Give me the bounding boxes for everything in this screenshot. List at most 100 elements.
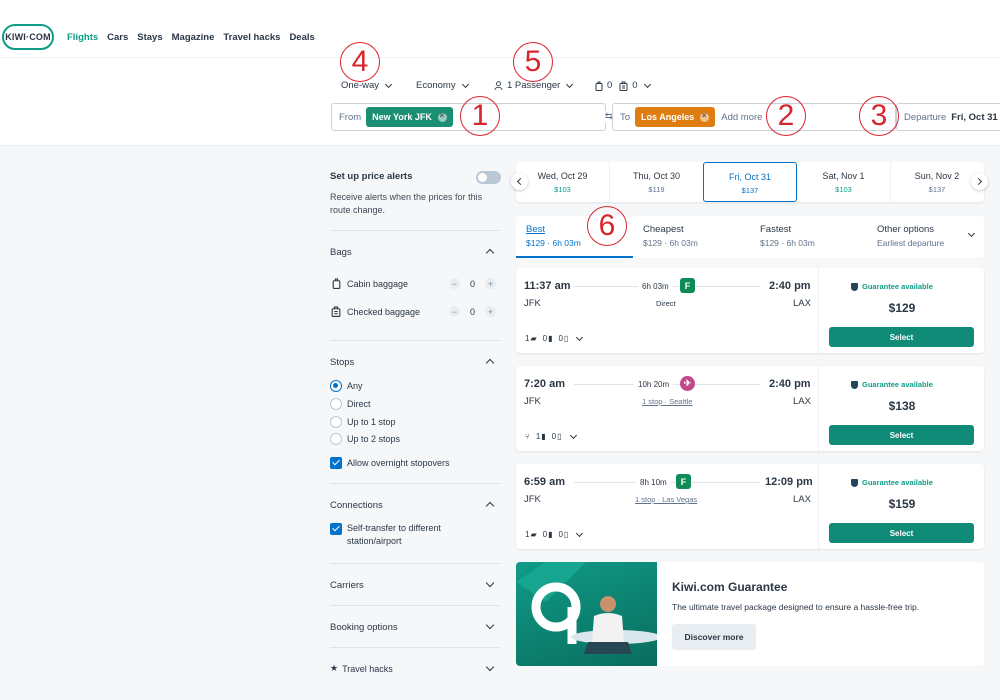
checkbox-checked[interactable]	[330, 523, 342, 535]
flight-card[interactable]: 6:59 am 12:09 pm JFK LAX 8h 10m F 1 stop…	[516, 464, 984, 549]
carrier-logo-icon: ✈︎	[680, 376, 695, 391]
discover-more-button[interactable]: Discover more	[672, 624, 756, 650]
checkbox-checked[interactable]	[330, 457, 342, 469]
cabin-bag-icon: ▮	[548, 334, 553, 343]
nav-magazine[interactable]: Magazine	[172, 32, 215, 43]
checked-baggage-label: Checked baggage	[347, 306, 421, 317]
connections-section-title[interactable]: Connections	[330, 500, 500, 511]
guarantee-banner-image	[516, 562, 661, 666]
stops-section-title[interactable]: Stops	[330, 357, 500, 368]
tab-other-options[interactable]: Other options Earliest departure	[877, 216, 977, 258]
stops-info: Direct	[656, 299, 676, 308]
travel-hacks-section-title[interactable]: ★ Travel hacks	[330, 663, 393, 674]
personal-item-icon: ▰	[530, 334, 537, 343]
to-field[interactable]: To Los Angeles Add more	[612, 103, 896, 131]
guarantee-label: Guarantee available	[862, 380, 933, 389]
star-icon: ★	[330, 663, 339, 673]
select-button[interactable]: Select	[829, 425, 974, 445]
tab-cheapest[interactable]: Cheapest $129 · 6h 03m	[643, 216, 698, 258]
stops-info[interactable]: 1 stop · Las Vegas	[635, 495, 697, 504]
departure-airport: JFK	[524, 494, 541, 505]
cabin-bag-icon: ▮	[548, 530, 553, 539]
checked-baggage-row: Checked baggage	[330, 306, 420, 317]
departure-airport: JFK	[524, 298, 541, 309]
next-dates-button[interactable]	[971, 173, 988, 190]
self-transfer-checkbox[interactable]: Self-transfer to different station/airpo…	[330, 523, 467, 548]
cabin-class-dropdown[interactable]: Economy	[416, 80, 469, 91]
price-panel: Guarantee available $138 Select	[818, 366, 984, 451]
departure-field[interactable]: Departure Fri, Oct 31	[896, 103, 1000, 131]
radio[interactable]	[330, 398, 342, 410]
tab-subtitle: $129 · 6h 03m	[760, 238, 815, 248]
tab-title: Fastest	[760, 224, 792, 235]
date-carousel: Wed, Oct 29 $103 Thu, Oct 30 $119 Fri, Oct…	[516, 162, 984, 202]
previous-dates-button[interactable]	[511, 173, 528, 190]
tab-title: Cheapest	[643, 224, 684, 235]
remove-icon[interactable]	[700, 111, 710, 122]
checked-baggage-count: 0	[470, 306, 476, 317]
date-option[interactable]: Wed, Oct 29 $103	[516, 162, 610, 202]
to-chip[interactable]: Los Angeles	[635, 107, 716, 127]
travel-hacks-label: Travel hacks	[342, 663, 393, 674]
divider	[330, 230, 500, 231]
checked-bag-icon: ▯	[563, 334, 569, 343]
included-bags[interactable]: 1 ▰ 0 ▮ 0 ▯	[525, 333, 584, 343]
kiwi-logo[interactable]: KIWI·COM	[2, 24, 54, 50]
nav-flights[interactable]: Flights	[67, 32, 98, 43]
increment-button[interactable]: +	[485, 306, 497, 317]
date-option-selected[interactable]: Fri, Oct 31 $137	[703, 162, 797, 202]
remove-icon[interactable]	[437, 111, 447, 122]
included-bags[interactable]: ⑂ 1 ▮ 0 ▯	[525, 431, 577, 441]
select-button[interactable]: Select	[829, 523, 974, 543]
date-option[interactable]: Sun, Nov 2 $137	[890, 162, 984, 202]
cabin-baggage-label: Cabin baggage	[347, 278, 409, 289]
price-alerts-toggle[interactable]	[476, 171, 501, 184]
overnight-stopovers-checkbox[interactable]: Allow overnight stopovers	[330, 457, 450, 469]
date-option[interactable]: Thu, Oct 30 $119	[610, 162, 704, 202]
divider	[330, 340, 500, 341]
radio[interactable]	[330, 433, 342, 445]
date-label: Thu, Oct 30	[632, 171, 681, 181]
radio-selected[interactable]	[330, 380, 342, 392]
bags-section-title[interactable]: Bags	[330, 247, 500, 258]
stops-option-1-stop[interactable]: Up to 1 stop	[330, 416, 396, 428]
stops-option-direct[interactable]: Direct	[330, 398, 371, 410]
booking-options-section-title[interactable]: Booking options	[330, 622, 500, 633]
shield-icon	[851, 282, 858, 291]
flight-price: $138	[888, 399, 916, 413]
from-chip-label: New York JFK	[372, 112, 432, 122]
stops-option-any[interactable]: Any	[330, 380, 363, 392]
increment-button[interactable]: +	[485, 278, 497, 289]
flight-card[interactable]: 7:20 am 2:40 pm JFK LAX 10h 20m ✈︎ 1 sto…	[516, 366, 984, 451]
guarantee-label: Guarantee available	[862, 282, 933, 291]
flight-card[interactable]: 11:37 am 2:40 pm JFK LAX 6h 03m F Direct…	[516, 268, 984, 353]
cabin-bag-count: 0	[542, 530, 548, 539]
tab-fastest[interactable]: Fastest $129 · 6h 03m	[760, 216, 815, 258]
from-chip[interactable]: New York JFK	[366, 107, 453, 127]
nav-deals[interactable]: Deals	[289, 32, 314, 43]
decrement-button[interactable]: −	[449, 278, 460, 289]
date-price: $103	[835, 185, 852, 194]
price-panel: Guarantee available $159 Select	[818, 464, 984, 549]
nav-stays[interactable]: Stays	[137, 32, 162, 43]
trip-type-dropdown[interactable]: One-way	[341, 80, 393, 91]
tab-best[interactable]: Best $129 · 6h 03m	[526, 216, 581, 258]
decrement-button[interactable]: −	[449, 306, 460, 317]
add-more-destinations[interactable]: Add more	[721, 112, 762, 123]
bags-dropdown[interactable]: 0 0	[595, 80, 651, 91]
nav-cars[interactable]: Cars	[107, 32, 128, 43]
flight-duration: 8h 10m	[636, 477, 671, 488]
stops-info[interactable]: 1 stop · Seattle	[642, 397, 692, 406]
date-option[interactable]: Sat, Nov 1 $103	[797, 162, 891, 202]
guarantee-badge: Guarantee available	[851, 380, 933, 389]
radio[interactable]	[330, 416, 342, 428]
chevron-down-icon	[576, 333, 584, 341]
select-button[interactable]: Select	[829, 327, 974, 347]
cabin-baggage-stepper: −0 +	[449, 278, 497, 289]
chevron-down-icon	[461, 80, 469, 88]
departure-time: 11:37 am	[524, 280, 571, 292]
stops-option-2-stops[interactable]: Up to 2 stops	[330, 433, 400, 445]
carriers-section-title[interactable]: Carriers	[330, 580, 500, 591]
included-bags[interactable]: 1 ▰ 0 ▮ 0 ▯	[525, 529, 584, 539]
nav-travel-hacks[interactable]: Travel hacks	[223, 32, 280, 43]
